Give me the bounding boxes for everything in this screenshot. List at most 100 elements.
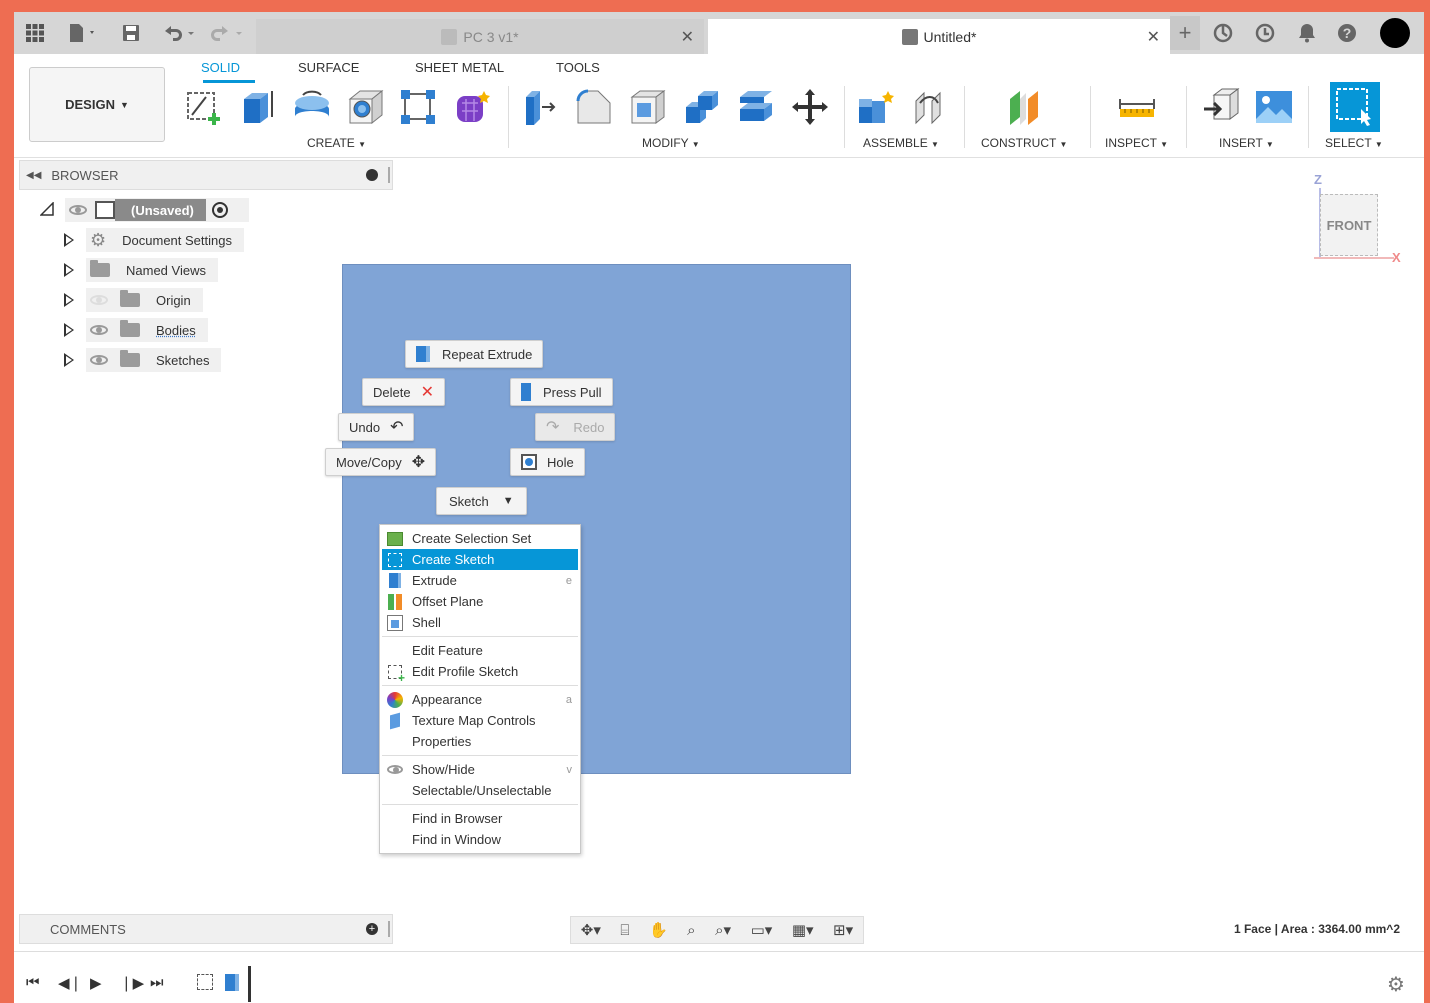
tree-collapse-arrow[interactable]: [39, 201, 54, 216]
orbit-icon[interactable]: ✥▾: [581, 921, 601, 939]
menu-item-find-in-window[interactable]: Find in Window: [382, 829, 578, 850]
select-icon[interactable]: [1330, 82, 1380, 132]
shell-icon[interactable]: [626, 84, 670, 130]
insert-canvas-icon[interactable]: [1252, 84, 1296, 130]
menu-item-show-hide[interactable]: Show/Hide v: [382, 759, 578, 780]
save-icon[interactable]: [118, 20, 144, 46]
viewcube-front-face[interactable]: FRONT: [1320, 194, 1378, 256]
timeline-extrude-icon[interactable]: [225, 974, 239, 991]
create-sketch-icon[interactable]: [182, 84, 226, 130]
delete-button[interactable]: Delete ✕: [362, 378, 445, 406]
menu-item-edit-feature[interactable]: Edit Feature: [382, 640, 578, 661]
assemble-group-label[interactable]: ASSEMBLE ▼: [863, 136, 939, 150]
menu-item-edit-profile-sketch[interactable]: + Edit Profile Sketch: [382, 661, 578, 684]
expand-arrow-icon[interactable]: [64, 233, 74, 247]
add-comment-plus-icon[interactable]: +: [366, 923, 378, 935]
menu-item-appearance[interactable]: Appearance a: [382, 689, 578, 710]
notifications-bell-icon[interactable]: [1294, 20, 1320, 46]
viewports-icon[interactable]: ⊞▾: [833, 921, 853, 939]
select-group-label[interactable]: SELECT ▼: [1325, 136, 1383, 150]
step-forward-icon[interactable]: ❘▶: [120, 974, 144, 992]
move-copy-button[interactable]: Move/Copy ✥: [325, 448, 437, 476]
sketch-dropdown-button[interactable]: Sketch ▼: [436, 487, 527, 515]
tree-item-origin[interactable]: Origin: [86, 288, 203, 312]
extrude-icon[interactable]: [236, 84, 280, 130]
fillet-icon[interactable]: [572, 84, 616, 130]
insert-group-label[interactable]: INSERT ▼: [1219, 136, 1274, 150]
inspect-group-label[interactable]: INSPECT ▼: [1105, 136, 1168, 150]
create-group-label[interactable]: CREATE ▼: [307, 136, 366, 150]
redo-button[interactable]: ↷ Redo: [535, 413, 616, 441]
look-at-icon[interactable]: ⌸: [620, 922, 629, 939]
go-to-end-icon[interactable]: ⏭: [150, 974, 164, 991]
joint-icon[interactable]: [908, 84, 952, 130]
new-tab-plus-icon[interactable]: +: [1170, 16, 1200, 50]
hole-button[interactable]: Hole: [510, 448, 585, 476]
job-status-icon[interactable]: [1252, 20, 1278, 46]
offset-plane-icon[interactable]: [1004, 84, 1048, 130]
measure-icon[interactable]: [1115, 84, 1159, 130]
zoom-icon[interactable]: ⌕: [687, 922, 695, 939]
panel-pin-icon[interactable]: [388, 167, 390, 183]
menu-item-properties[interactable]: Properties: [382, 731, 578, 752]
revolve-icon[interactable]: [290, 84, 334, 130]
close-icon[interactable]: ✕: [681, 27, 694, 47]
undo-button[interactable]: Undo ↶: [338, 413, 415, 441]
go-to-start-icon[interactable]: ⏮: [26, 974, 40, 991]
menu-item-selectable-unselectable[interactable]: Selectable/Unselectable: [382, 780, 578, 801]
tree-root-unsaved[interactable]: (Unsaved): [65, 198, 249, 222]
browser-panel-header[interactable]: ◀◀ BROWSER: [19, 160, 393, 190]
offset-face-icon[interactable]: [734, 84, 778, 130]
menu-item-texture-map-controls[interactable]: Texture Map Controls: [382, 710, 578, 731]
menu-item-create-selection-set[interactable]: Create Selection Set: [382, 528, 578, 549]
expand-arrow-icon[interactable]: [64, 263, 74, 277]
menu-item-find-in-browser[interactable]: Find in Browser: [382, 808, 578, 829]
comments-panel-header[interactable]: COMMENTS +: [19, 914, 393, 944]
workspace-switcher-button[interactable]: DESIGN ▼: [29, 67, 165, 142]
tab-surface[interactable]: SURFACE: [298, 60, 359, 75]
tree-item-document-settings[interactable]: ⚙ Document Settings: [86, 228, 244, 252]
menu-item-offset-plane[interactable]: Offset Plane: [382, 591, 578, 612]
timeline-marker-icon[interactable]: [248, 966, 251, 1002]
tab-solid[interactable]: SOLID: [201, 60, 240, 75]
expand-arrow-icon[interactable]: [64, 353, 74, 367]
help-icon[interactable]: ?: [1334, 20, 1360, 46]
construct-group-label[interactable]: CONSTRUCT ▼: [981, 136, 1067, 150]
user-avatar[interactable]: [1378, 18, 1412, 48]
press-pull-button[interactable]: Press Pull: [510, 378, 613, 406]
close-icon[interactable]: ✕: [1147, 27, 1160, 47]
new-component-icon[interactable]: [854, 84, 898, 130]
menu-item-shell[interactable]: Shell: [382, 612, 578, 633]
timeline-sketch-icon[interactable]: [197, 974, 213, 990]
extensions-icon[interactable]: [1210, 20, 1236, 46]
step-back-icon[interactable]: ◀❘: [58, 974, 82, 992]
tree-item-named-views[interactable]: Named Views: [86, 258, 218, 282]
visibility-eye-icon[interactable]: [90, 325, 108, 335]
undo-icon[interactable]: [160, 20, 200, 46]
menu-item-extrude[interactable]: Extrude e: [382, 570, 578, 591]
move-copy-icon[interactable]: [788, 84, 832, 130]
apps-grid-icon[interactable]: [22, 20, 48, 46]
fit-zoom-icon[interactable]: ⌕▾: [715, 921, 731, 939]
tab-tools[interactable]: TOOLS: [556, 60, 600, 75]
combine-icon[interactable]: [680, 84, 724, 130]
expand-arrow-icon[interactable]: [64, 293, 74, 307]
visibility-eye-off-icon[interactable]: [90, 295, 108, 305]
pattern-icon[interactable]: [396, 84, 440, 130]
menu-item-create-sketch[interactable]: Create Sketch: [382, 549, 578, 570]
grid-settings-icon[interactable]: ▦▾: [792, 921, 814, 939]
insert-derive-icon[interactable]: [1200, 84, 1244, 130]
timeline-settings-gear-icon[interactable]: ⚙: [1387, 972, 1405, 997]
create-form-icon[interactable]: [450, 84, 494, 130]
pan-hand-icon[interactable]: ✋: [649, 921, 668, 939]
tree-item-sketches[interactable]: Sketches: [86, 348, 222, 372]
tab-untitled[interactable]: Untitled* ✕: [708, 19, 1170, 54]
activate-radio-icon[interactable]: [211, 202, 228, 218]
panel-pin-icon[interactable]: [388, 921, 390, 937]
visibility-eye-icon[interactable]: [90, 355, 108, 365]
redo-icon[interactable]: [208, 20, 248, 46]
modify-group-label[interactable]: MODIFY ▼: [642, 136, 700, 150]
file-menu-icon[interactable]: [64, 20, 102, 46]
visibility-eye-icon[interactable]: [69, 205, 87, 215]
expand-arrow-icon[interactable]: [64, 323, 74, 337]
